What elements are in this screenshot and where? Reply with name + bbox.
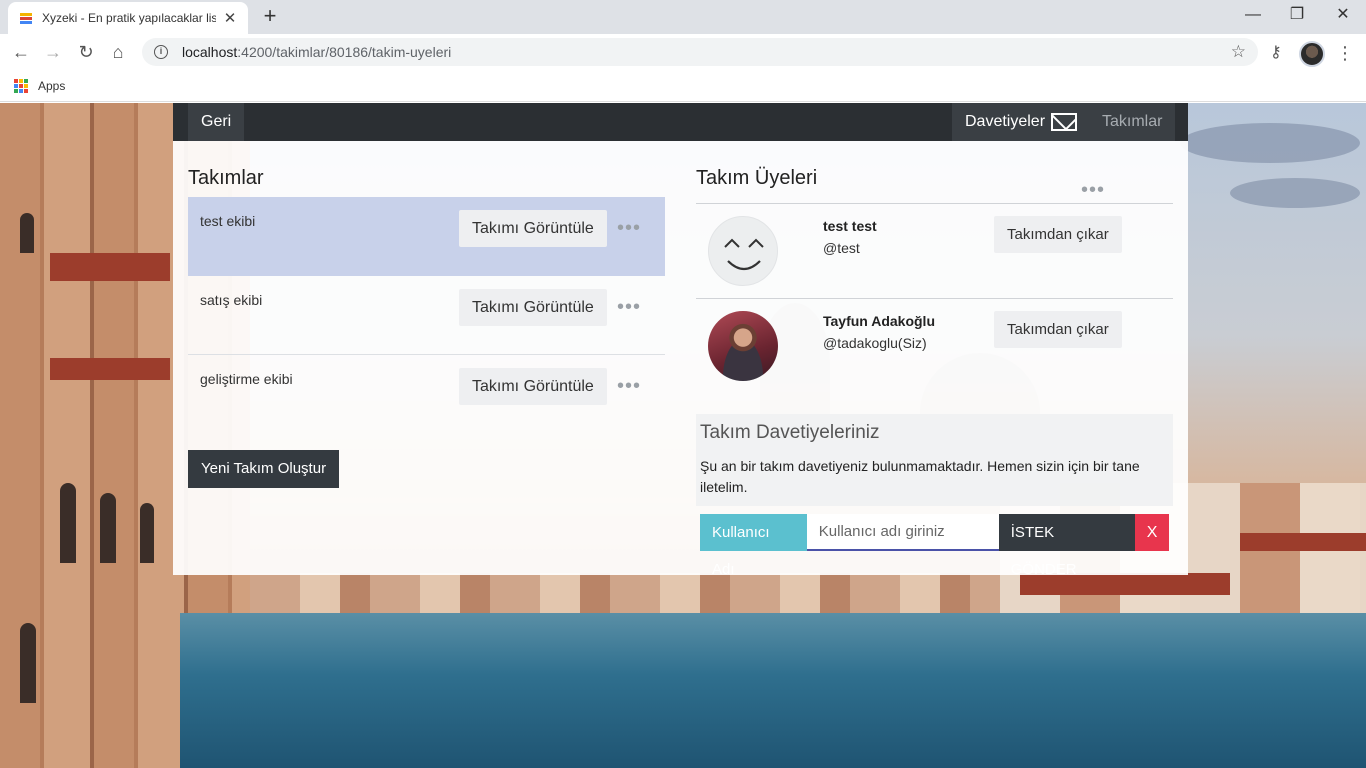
restore-icon[interactable]: ❐ bbox=[1274, 4, 1320, 28]
app-navbar: Geri Davetiyeler Takımlar bbox=[173, 103, 1188, 141]
browser-toolbar: ← → ↻ ⌂ i localhost:4200/takimlar/80186/… bbox=[0, 34, 1366, 70]
url-host: localhost bbox=[182, 44, 238, 60]
view-team-button[interactable]: Takımı Görüntüle bbox=[459, 368, 607, 405]
team-row[interactable]: test ekibi Takımı Görüntüle ••• bbox=[188, 197, 665, 276]
member-row: test test @test Takımdan çıkar bbox=[696, 203, 1173, 298]
bookmarks-bar: Apps bbox=[0, 70, 1366, 102]
browser-tabstrip: Xyzeki - En pratik yapılacaklar list ✕ +… bbox=[0, 0, 1366, 34]
member-username: @tadakoglu(Siz) bbox=[823, 335, 927, 351]
team-name: test ekibi bbox=[200, 213, 256, 229]
bookmark-apps[interactable]: Apps bbox=[38, 79, 65, 93]
window bbox=[20, 213, 34, 253]
member-name: test test bbox=[823, 218, 877, 234]
bookmark-star-icon[interactable]: ☆ bbox=[1231, 42, 1246, 62]
invitations-box: Takım Davetiyeleriniz Şu an bir takım da… bbox=[696, 414, 1173, 506]
window bbox=[100, 493, 116, 563]
more-options-icon[interactable]: ••• bbox=[617, 297, 641, 317]
member-row: Tayfun Adakoğlu @tadakoglu(Siz) Takımdan… bbox=[696, 298, 1173, 393]
invitations-label: Davetiyeler bbox=[965, 113, 1046, 130]
page-background: Geri Davetiyeler Takımlar Takımlar test … bbox=[0, 103, 1366, 768]
invitations-title: Takım Davetiyeleriniz bbox=[700, 422, 880, 443]
remove-member-button[interactable]: Takımdan çıkar bbox=[994, 216, 1122, 253]
canal-water bbox=[180, 613, 1366, 768]
view-team-button[interactable]: Takımı Görüntüle bbox=[459, 210, 607, 247]
back-icon[interactable]: ← bbox=[8, 39, 34, 65]
browser-menu-icon[interactable]: ⋮ bbox=[1336, 40, 1354, 66]
window bbox=[20, 623, 36, 703]
invitations-button[interactable]: Davetiyeler bbox=[952, 103, 1091, 141]
key-icon[interactable]: ⚷ bbox=[1270, 42, 1282, 62]
team-name: satış ekibi bbox=[200, 292, 263, 308]
profile-avatar-icon[interactable] bbox=[1299, 41, 1325, 67]
more-options-icon[interactable]: ••• bbox=[617, 218, 641, 238]
member-username: @test bbox=[823, 240, 860, 256]
reload-icon[interactable]: ↻ bbox=[73, 39, 99, 65]
window bbox=[60, 483, 76, 563]
cloud bbox=[1230, 178, 1360, 208]
minimize-icon[interactable]: — bbox=[1230, 4, 1276, 28]
username-input[interactable] bbox=[806, 514, 999, 551]
remove-member-button[interactable]: Takımdan çıkar bbox=[994, 311, 1122, 348]
invitations-empty-text: Şu an bir takım davetiyeniz bulunmamakta… bbox=[700, 458, 1140, 495]
members-options-icon[interactable]: ••• bbox=[1081, 180, 1105, 200]
user-photo-avatar bbox=[708, 311, 778, 381]
smiley-avatar-icon bbox=[708, 216, 778, 286]
url-text: localhost:4200/takimlar/80186/takim-uyel… bbox=[182, 44, 1231, 60]
forward-icon[interactable]: → bbox=[40, 39, 66, 65]
team-row[interactable]: geliştirme ekibi Takımı Görüntüle ••• bbox=[188, 355, 665, 434]
create-team-button[interactable]: Yeni Takım Oluştur bbox=[188, 450, 340, 488]
back-button[interactable]: Geri bbox=[188, 103, 245, 141]
url-path: :4200/takimlar/80186/takim-uyeleri bbox=[237, 44, 452, 60]
more-options-icon[interactable]: ••• bbox=[617, 376, 641, 396]
window-close-icon[interactable]: ✕ bbox=[1320, 4, 1366, 28]
envelope-icon bbox=[1051, 113, 1078, 131]
clear-button[interactable]: X bbox=[1135, 514, 1169, 551]
roof bbox=[50, 253, 170, 281]
home-icon[interactable]: ⌂ bbox=[105, 39, 131, 65]
window bbox=[140, 503, 154, 563]
new-tab-button[interactable]: + bbox=[258, 5, 282, 29]
team-row[interactable]: satış ekibi Takımı Görüntüle ••• bbox=[188, 276, 665, 355]
teams-nav-button[interactable]: Takımlar bbox=[1089, 103, 1176, 141]
members-title: Takım Üyeleri bbox=[696, 167, 818, 189]
close-tab-icon[interactable]: ✕ bbox=[222, 9, 238, 27]
browser-tab[interactable]: Xyzeki - En pratik yapılacaklar list ✕ bbox=[8, 2, 248, 34]
content-panel: Takımlar test ekibi Takımı Görüntüle •••… bbox=[173, 141, 1188, 578]
roof bbox=[1240, 533, 1366, 551]
app-container: Geri Davetiyeler Takımlar Takımlar test … bbox=[173, 103, 1188, 578]
send-request-button[interactable]: İSTEK GÖNDER bbox=[998, 514, 1136, 578]
xyzeki-favicon-icon bbox=[20, 13, 32, 24]
invite-input-group: Kullanıcı Adı İSTEK GÖNDER X bbox=[700, 514, 1169, 578]
address-bar[interactable]: i localhost:4200/takimlar/80186/takim-uy… bbox=[142, 38, 1258, 66]
apps-grid-icon[interactable] bbox=[14, 78, 28, 93]
site-info-icon[interactable]: i bbox=[154, 45, 168, 59]
member-name: Tayfun Adakoğlu bbox=[823, 313, 935, 329]
team-name: geliştirme ekibi bbox=[200, 371, 293, 387]
username-label: Kullanıcı Adı bbox=[700, 514, 807, 578]
teams-title: Takımlar bbox=[188, 167, 264, 189]
roof bbox=[50, 358, 170, 380]
view-team-button[interactable]: Takımı Görüntüle bbox=[459, 289, 607, 326]
tab-title: Xyzeki - En pratik yapılacaklar list bbox=[42, 11, 216, 25]
cloud bbox=[1180, 123, 1360, 163]
